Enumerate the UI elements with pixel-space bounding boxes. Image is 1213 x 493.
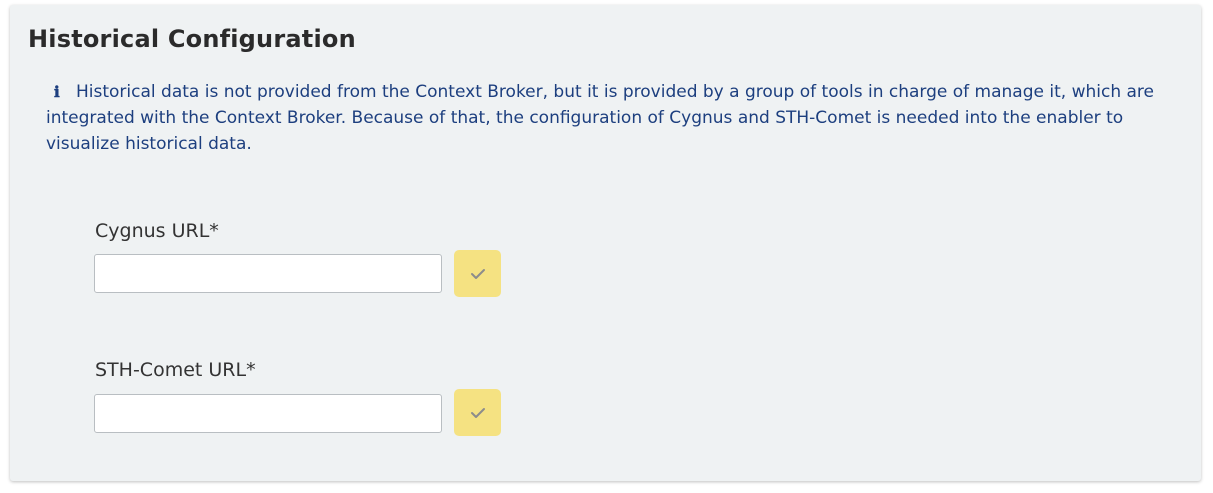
check-icon (470, 268, 485, 279)
info-text: Historical data is not provided from the… (46, 82, 1154, 154)
check-icon (470, 407, 485, 418)
sth-comet-url-label: STH-Comet URL* (95, 359, 256, 381)
cygnus-url-label: Cygnus URL* (95, 220, 219, 242)
historical-configuration-panel: Historical Configuration ℹ Historical dat… (10, 5, 1201, 481)
panel-title: Historical Configuration (28, 25, 356, 53)
sth-comet-url-input[interactable] (94, 394, 442, 433)
info-message: ℹ Historical data is not provided from th… (46, 79, 1156, 157)
info-icon: ℹ (54, 83, 60, 101)
cygnus-url-check-button[interactable] (454, 250, 501, 297)
cygnus-url-input[interactable] (94, 254, 442, 293)
sth-comet-url-check-button[interactable] (454, 389, 501, 436)
